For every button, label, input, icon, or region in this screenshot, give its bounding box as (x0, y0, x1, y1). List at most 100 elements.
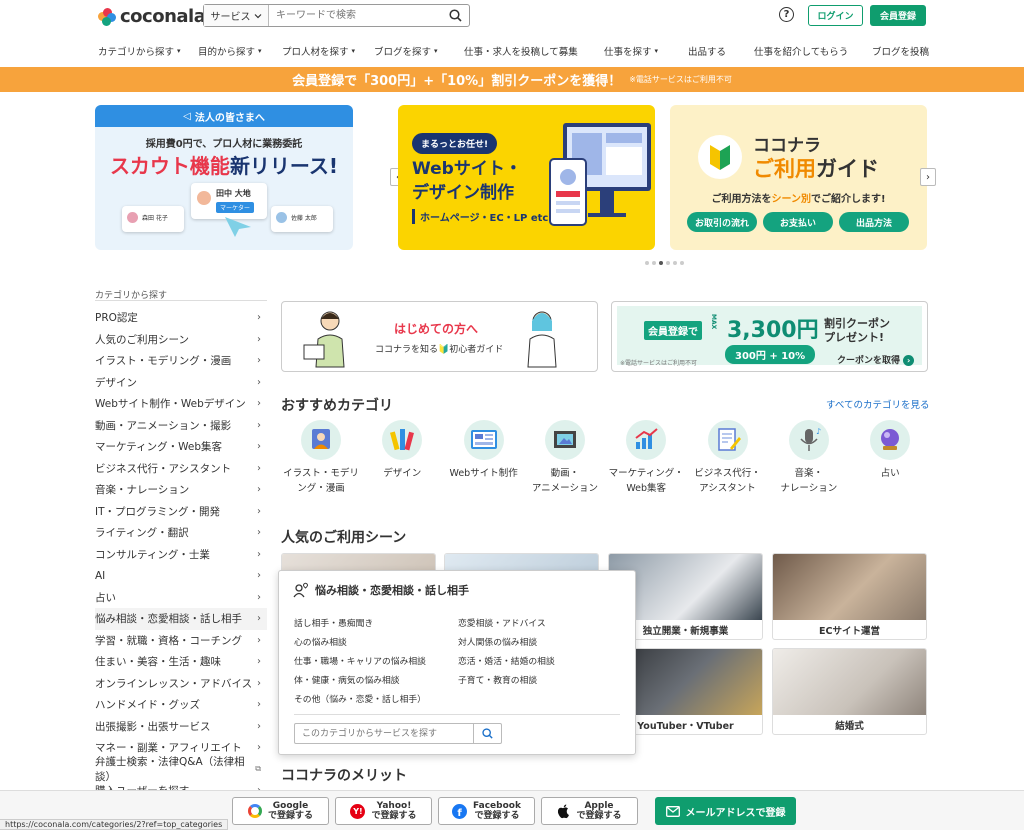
coupon-card[interactable]: 会員登録で MAX 3,300円 300円 + 10% 割引クーポン プレゼント!… (611, 301, 928, 372)
slide-guide[interactable]: ココナラ ご利用ガイド ご利用方法をシーン別でご紹介します! お取引の流れ お支… (670, 105, 927, 250)
flyout-search-button[interactable] (473, 724, 501, 743)
sidebar-item[interactable]: 動画・アニメーション・撮影 › (95, 415, 267, 437)
flyout-subcategory-link[interactable]: 体・健康・病気の悩み相談 (294, 670, 426, 689)
sidebar-item[interactable]: コンサルティング・士業 › (95, 544, 267, 566)
slide-web-design[interactable]: まるっとお任せ! Webサイト・ デザイン制作 ホームページ・EC・LP etc. (398, 105, 655, 250)
recommended-title: おすすめカテゴリ (281, 398, 393, 414)
carousel-dot[interactable] (680, 261, 684, 265)
carousel-dot[interactable] (666, 261, 670, 265)
sidebar-item-label: IT・プログラミング・開発 (95, 505, 221, 518)
sidebar-item[interactable]: マーケティング・Web集客 › (95, 436, 267, 458)
main-nav: カテゴリから探す ▾ 目的から探す ▾ プロ人材を探す ▾ ブログを探す ▾ 仕事・求人… (0, 38, 1024, 64)
carousel-dot[interactable] (645, 261, 649, 265)
sidebar-item[interactable]: デザイン › (95, 372, 267, 394)
banner-text: 会員登録で「300円」+「10%」割引クーポンを獲得！ (292, 74, 622, 89)
category-music-narration[interactable]: ♪ 音楽・ ナレーション (770, 420, 848, 496)
nav-referral[interactable]: 仕事を紹介してもらう (754, 38, 848, 64)
carousel-dot[interactable] (673, 261, 677, 265)
chevron-right-icon: › (257, 720, 261, 732)
nav-post-job[interactable]: 仕事・求人を投稿して募集 (464, 38, 578, 64)
provider-name: Google (272, 801, 309, 811)
logo-text: coconala (120, 6, 206, 27)
flyout-subcategory-link[interactable]: 子育て・教育の相談 (458, 670, 555, 689)
flyout-subcategory-link[interactable]: 話し相手・愚痴聞き (294, 613, 426, 632)
coconala-logo[interactable]: coconala (98, 6, 206, 27)
nav-blog[interactable]: ブログを探す ▾ (374, 38, 438, 64)
nav-sell[interactable]: 出品する (688, 38, 726, 64)
nav-find-job[interactable]: 仕事を探す ▾ (604, 38, 658, 64)
facebook-signup-label: Facebook で登録する (473, 801, 521, 821)
sidebar-item[interactable]: 悩み相談・恋愛相談・話し相手 › (95, 608, 267, 630)
search-input[interactable] (269, 5, 441, 26)
see-all-categories-link[interactable]: すべてのカテゴリを見る (826, 397, 929, 411)
popular-title: 人気のご利用シーン (281, 530, 407, 546)
login-button[interactable]: ログイン (808, 5, 863, 26)
sidebar-item[interactable]: 人気のご利用シーン › (95, 329, 267, 351)
category-flyout: 悩み相談・恋愛相談・話し相手 話し相手・愚痴聞き 心の悩み相談 仕事・職場・キャリア… (278, 570, 636, 755)
sidebar-item[interactable]: AI › (95, 565, 267, 587)
slide-scout[interactable]: ◁ 法人の皆さまへ 採用費0円で、プロ人材に業務委託 スカウト機能新リリース! 田… (95, 105, 353, 250)
flyout-subcategory-link[interactable]: 恋活・婚活・結婚の相談 (458, 651, 555, 670)
sidebar-item[interactable]: Webサイト制作・Webデザイン › (95, 393, 267, 415)
beginner-guide-card[interactable]: はじめての方へ ココナラを知る🔰初心者ガイド (281, 301, 598, 372)
sidebar-item[interactable]: 弁護士検索・法律Q&A（法律相談） ⧉ (95, 756, 267, 783)
category-design[interactable]: デザイン (363, 420, 441, 481)
flyout-search-input[interactable] (295, 724, 473, 743)
email-signup-button[interactable]: メールアドレスで登録 (655, 797, 796, 825)
sidebar-item[interactable]: 学習・就職・資格・コーチング › (95, 630, 267, 652)
category-fortune[interactable]: 占い (851, 420, 929, 481)
popular-tile[interactable]: 結婚式 (772, 648, 927, 735)
sidebar-item[interactable]: IT・プログラミング・開発 › (95, 501, 267, 523)
category-marketing[interactable]: マーケティング・ Web集客 (607, 420, 685, 496)
flyout-subcategory-link[interactable]: その他（悩み・恋愛・話し相手） (294, 689, 426, 708)
google-signup-button[interactable]: Google で登録する (232, 797, 329, 825)
guide-listing-button[interactable]: 出品方法 (839, 212, 909, 232)
search-button[interactable] (441, 5, 469, 26)
nav-post-blog[interactable]: ブログを投稿 (872, 38, 929, 64)
flyout-subcategory-link[interactable]: 対人関係の悩み相談 (458, 632, 555, 651)
facebook-signup-button[interactable]: f Facebook で登録する (438, 797, 535, 825)
flyout-subcategory-link[interactable]: 恋愛相談・アドバイス (458, 613, 555, 632)
chevron-down-icon (254, 13, 261, 18)
sidebar-item[interactable]: ビジネス代行・アシスタント › (95, 458, 267, 480)
carousel-dot[interactable] (652, 261, 656, 265)
category-video-animation[interactable]: 動画・ アニメーション (526, 420, 604, 496)
category-illustration[interactable]: イラスト・モデリ ング・漫画 (282, 420, 360, 496)
category-web-production[interactable]: Webサイト制作 (445, 420, 523, 481)
category-business-assistant[interactable]: ビジネス代行・ アシスタント (689, 420, 767, 496)
category-label-line2: アニメーション (531, 483, 598, 494)
nav-category[interactable]: カテゴリから探す ▾ (98, 38, 181, 64)
yahoo-signup-button[interactable]: Y! Yahoo! で登録する (335, 797, 432, 825)
flyout-subcategory-link[interactable]: 仕事・職場・キャリアの悩み相談 (294, 651, 426, 670)
search-category-select[interactable]: サービス (204, 5, 269, 26)
sidebar-item[interactable]: 音楽・ナレーション › (95, 479, 267, 501)
sidebar-item[interactable]: 住まい・美容・生活・趣味 › (95, 651, 267, 673)
sidebar-item[interactable]: PRO認定 › (95, 307, 267, 329)
carousel-next-button[interactable]: › (920, 168, 936, 186)
category-label-line2: アシスタント (699, 483, 756, 494)
guide-flow-button[interactable]: お取引の流れ (687, 212, 757, 232)
chevron-right-icon: › (257, 742, 261, 754)
apple-signup-button[interactable]: Apple で登録する (541, 797, 638, 825)
coupon-cta[interactable]: クーポンを取得 › (837, 353, 915, 366)
help-icon[interactable]: ? (779, 7, 794, 22)
popular-tile[interactable]: ECサイト運営 (772, 553, 927, 640)
provider-action: で登録する (371, 811, 417, 821)
sidebar-item[interactable]: 出張撮影・出張サービス › (95, 716, 267, 738)
sidebar-item[interactable]: ハンドメイド・グッズ › (95, 694, 267, 716)
flyout-subcategory-link[interactable]: 心の悩み相談 (294, 632, 426, 651)
nav-purpose[interactable]: 目的から探す ▾ (198, 38, 262, 64)
flyout-left-column: 話し相手・愚痴聞き 心の悩み相談 仕事・職場・キャリアの悩み相談 体・健康・病気の悩み… (294, 613, 426, 708)
guide-payment-button[interactable]: お支払い (763, 212, 833, 232)
sidebar-item[interactable]: イラスト・モデリング・漫画 › (95, 350, 267, 372)
sidebar-item[interactable]: 占い › (95, 587, 267, 609)
signup-coupon-banner[interactable]: 会員登録で「300円」+「10%」割引クーポンを獲得！ ※電話サービスはご利用不… (0, 67, 1024, 92)
category-label-line1: デザイン (383, 468, 422, 479)
sidebar-item[interactable]: ライティング・翻訳 › (95, 522, 267, 544)
carousel-dot[interactable] (659, 261, 663, 265)
register-button[interactable]: 会員登録 (870, 5, 926, 26)
tile-caption: 結婚式 (835, 721, 864, 732)
sidebar-item[interactable]: オンラインレッスン・アドバイス › (95, 673, 267, 695)
marketing-icon (626, 420, 667, 460)
nav-pro[interactable]: プロ人材を探す ▾ (282, 38, 355, 64)
